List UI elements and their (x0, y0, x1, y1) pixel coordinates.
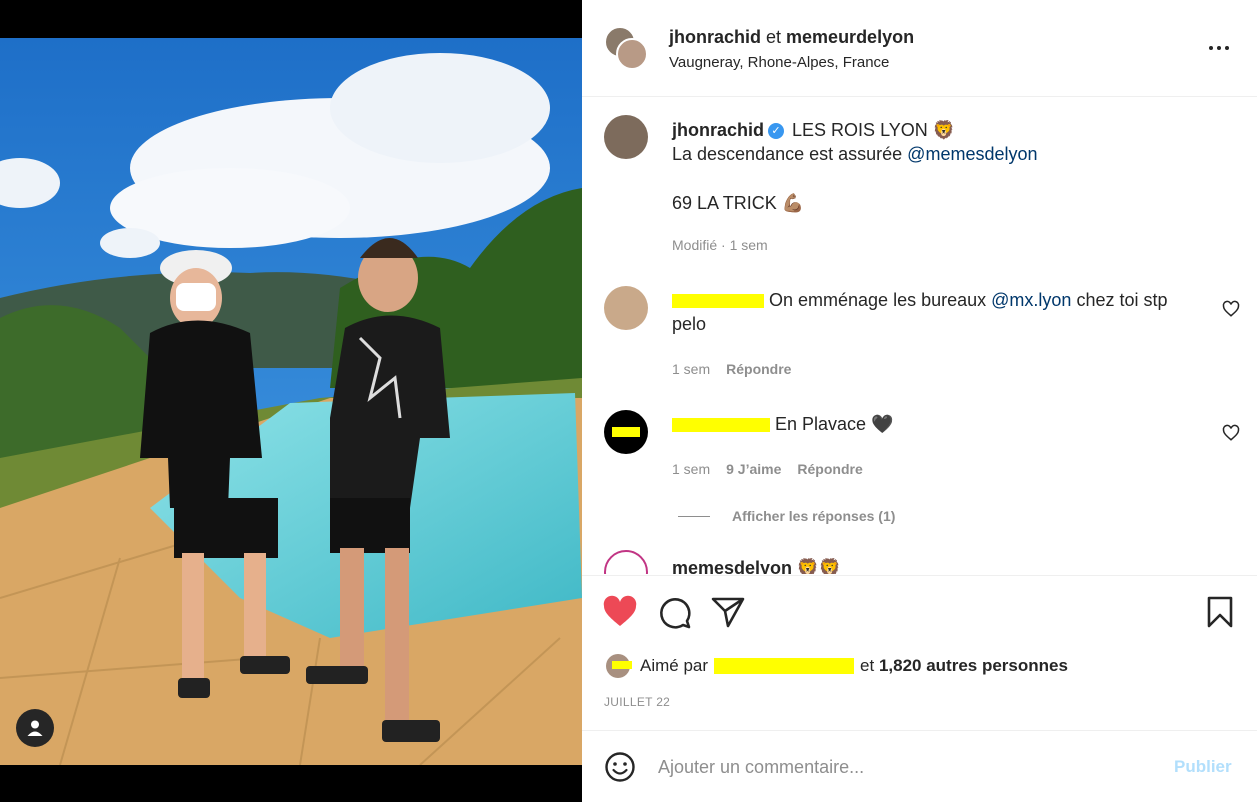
comment-icon[interactable] (657, 595, 693, 629)
show-replies-button[interactable]: Afficher les réponses (1) (678, 508, 895, 524)
caption-line-3: 69 LA TRICK 💪🏽 (672, 193, 805, 213)
post-date[interactable]: JUILLET 22 (604, 695, 670, 709)
caption-username[interactable]: jhonrachid (672, 120, 764, 140)
more-icon (1209, 46, 1213, 50)
header-username-1[interactable]: jhonrachid (669, 27, 761, 47)
header-username-2[interactable]: memeurdelyon (786, 27, 914, 47)
avatar[interactable] (604, 550, 648, 574)
replies-divider (678, 515, 710, 517)
comment-input[interactable] (658, 749, 1138, 785)
share-icon[interactable] (710, 595, 746, 629)
redacted-username[interactable] (672, 418, 770, 433)
avatar[interactable] (604, 115, 648, 159)
caption-mention[interactable]: @memesdelyon (907, 144, 1037, 164)
bookmark-icon[interactable] (1202, 595, 1238, 629)
comment-1-text: On emménage les bureaux (764, 290, 992, 310)
comment-3-text: 🦁🦁 (796, 558, 842, 574)
more-icon (1225, 46, 1229, 50)
comment-3: memesdelyon 🦁🦁 (672, 556, 841, 574)
user-tag-button[interactable] (16, 709, 54, 747)
caption-line-2: La descendance est assurée (672, 144, 908, 164)
show-replies-label: Afficher les réponses (1) (732, 508, 896, 524)
heart-icon[interactable] (602, 595, 638, 629)
comment-2-time[interactable]: 1 sem (672, 461, 710, 477)
heart-icon[interactable] (1222, 300, 1240, 318)
photo-panel (0, 0, 582, 802)
comment-3-username[interactable]: memesdelyon (672, 558, 792, 574)
avatar[interactable] (616, 38, 648, 70)
comment-2-meta: 1 sem 9 J’aime Répondre (672, 461, 863, 477)
comments-list[interactable]: jhonrachid ✓ LES ROIS LYON 🦁 La descendan… (582, 98, 1257, 574)
post-caption: jhonrachid ✓ LES ROIS LYON 🦁 La descendan… (672, 118, 1232, 215)
comment-2-text: En Plavace 🖤 (770, 414, 894, 434)
liked-by-prefix: Aimé par (640, 656, 709, 675)
collab-avatars[interactable] (604, 26, 650, 72)
redacted-username[interactable] (714, 658, 855, 674)
more-icon (1217, 46, 1221, 50)
avatar[interactable] (606, 654, 632, 678)
avatar[interactable] (604, 286, 648, 330)
comment-1-time[interactable]: 1 sem (672, 361, 710, 377)
avatar[interactable] (604, 410, 648, 454)
redacted-username[interactable] (672, 294, 764, 309)
verified-icon: ✓ (768, 123, 785, 139)
header-joiner: et (766, 27, 782, 47)
post-photo[interactable] (0, 38, 582, 765)
redacted-avatar-mark (612, 427, 640, 437)
post-location[interactable]: Vaugneray, Rhone-Alpes, France (669, 54, 889, 71)
collab-usernames: jhonrachid et memeurdelyon (669, 27, 914, 48)
user-tag-icon (27, 720, 43, 736)
comment-1: On emménage les bureaux @mx.lyon chez to… (672, 288, 1192, 336)
comment-2-likes[interactable]: 9 J’aime (726, 461, 781, 477)
comment-1-mention[interactable]: @mx.lyon (991, 290, 1071, 310)
redacted-avatar-mark (612, 661, 632, 669)
liked-by-joiner: et (860, 656, 875, 675)
post-actions: Aimé par et 1,820 autres personnes JUILL… (582, 575, 1257, 730)
post-header: jhonrachid et memeurdelyon Vaugneray, Rhon… (582, 0, 1257, 97)
heart-icon[interactable] (1222, 424, 1240, 442)
more-options-button[interactable] (1202, 38, 1236, 58)
liked-by-count[interactable]: 1,820 autres personnes (879, 656, 1068, 676)
reply-button[interactable]: Répondre (726, 361, 791, 377)
edited-label: Modifié (672, 237, 718, 253)
emoji-icon[interactable] (604, 751, 636, 783)
reply-button[interactable]: Répondre (797, 461, 862, 477)
post-sidebar: jhonrachid et memeurdelyon Vaugneray, Rhon… (582, 0, 1257, 802)
caption-time[interactable]: 1 sem (730, 237, 768, 253)
caption-meta: Modifié · 1 sem (672, 237, 768, 253)
comment-1-meta: 1 sem Répondre (672, 361, 791, 377)
likes-summary: Aimé par et 1,820 autres personnes (606, 654, 1068, 678)
comment-2: En Plavace 🖤 (672, 412, 1192, 436)
caption-line-1: LES ROIS LYON 🦁 (792, 120, 956, 140)
comment-form: Publier (582, 730, 1257, 802)
publish-button[interactable]: Publier (1174, 757, 1232, 777)
